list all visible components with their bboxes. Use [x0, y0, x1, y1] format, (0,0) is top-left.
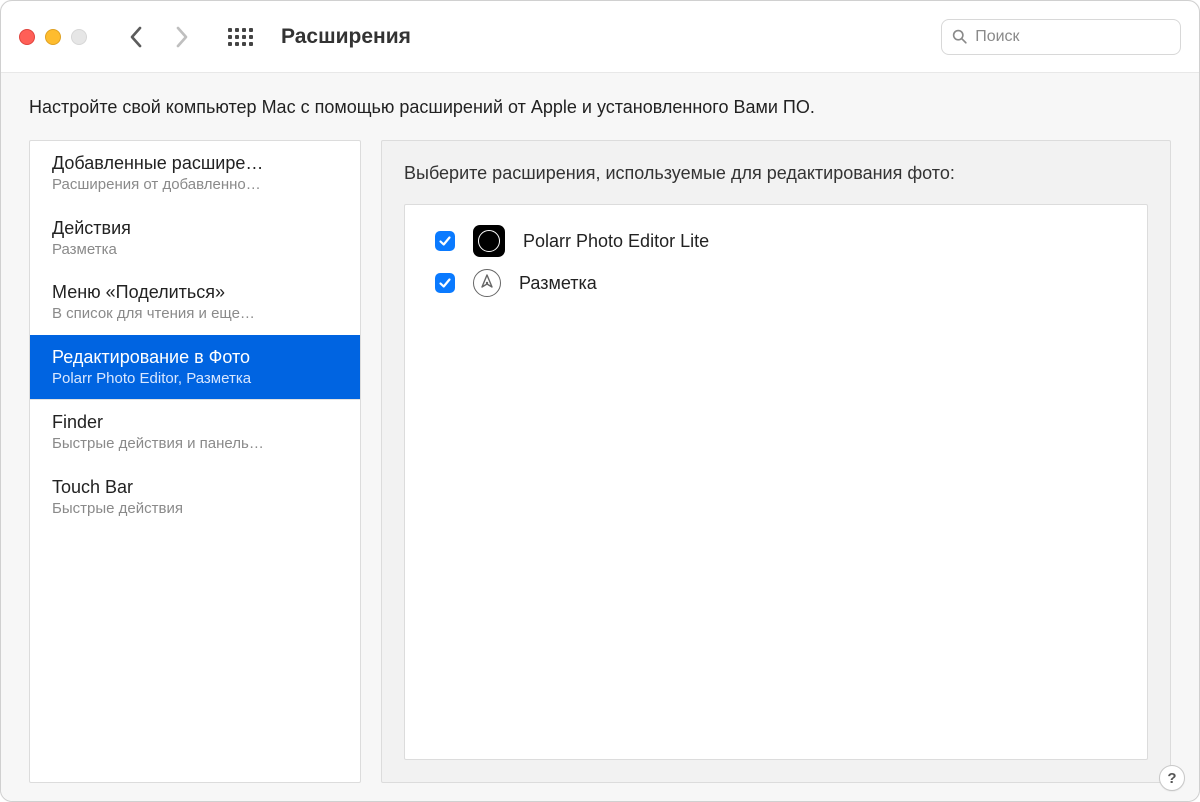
pen-tip-icon: [477, 273, 497, 293]
sidebar-item-share-menu[interactable]: Меню «Поделиться» В список для чтения и …: [30, 270, 360, 335]
show-all-button[interactable]: [225, 22, 255, 52]
help-label: ?: [1167, 770, 1176, 787]
checkmark-icon: [438, 276, 452, 290]
forward-button: [167, 22, 197, 52]
page-description: Настройте свой компьютер Mac с помощью р…: [29, 97, 1171, 118]
sidebar-item-actions[interactable]: Действия Разметка: [30, 206, 360, 271]
extension-row-polarr: Polarr Photo Editor Lite: [427, 219, 1125, 263]
sidebar-item-photo-editing[interactable]: Редактирование в Фото Polarr Photo Edito…: [30, 335, 360, 400]
detail-panel: Выберите расширения, используемые для ре…: [381, 140, 1171, 783]
search-input[interactable]: [975, 28, 1170, 46]
nav-arrows: [121, 22, 197, 52]
sidebar-item-added-extensions[interactable]: Добавленные расшире… Расширения от добав…: [30, 141, 360, 206]
markup-app-icon: [473, 269, 501, 297]
sidebar-item-title: Действия: [52, 216, 342, 240]
sidebar-item-subtitle: Разметка: [52, 240, 342, 260]
extension-row-markup: Разметка: [427, 263, 1125, 303]
extension-checkbox[interactable]: [435, 273, 455, 293]
window-zoom-button: [71, 29, 87, 45]
sidebar-item-title: Finder: [52, 410, 342, 434]
sidebar-item-subtitle: В список для чтения и еще…: [52, 304, 342, 324]
sidebar-item-finder[interactable]: Finder Быстрые действия и панель…: [30, 400, 360, 465]
sidebar-item-title: Меню «Поделиться»: [52, 280, 342, 304]
sidebar-item-subtitle: Polarr Photo Editor, Разметка: [52, 369, 342, 389]
sidebar-item-title: Добавленные расшире…: [52, 151, 342, 175]
sidebar-item-title: Touch Bar: [52, 475, 342, 499]
polarr-app-icon: [473, 225, 505, 257]
sidebar-item-title: Редактирование в Фото: [52, 345, 342, 369]
extension-list: Polarr Photo Editor Lite: [404, 204, 1148, 760]
checkmark-icon: [438, 234, 452, 248]
chevron-left-icon: [129, 26, 143, 48]
search-field[interactable]: [941, 19, 1181, 55]
sidebar-item-subtitle: Быстрые действия: [52, 499, 342, 519]
traffic-lights: [19, 29, 87, 45]
extension-label: Polarr Photo Editor Lite: [523, 231, 709, 252]
extension-label: Разметка: [519, 273, 597, 294]
panel-heading: Выберите расширения, используемые для ре…: [404, 163, 1148, 184]
grid-icon: [228, 28, 253, 46]
back-button[interactable]: [121, 22, 151, 52]
content-area: Настройте свой компьютер Mac с помощью р…: [1, 73, 1199, 801]
help-button[interactable]: ?: [1159, 765, 1185, 791]
chevron-right-icon: [175, 26, 189, 48]
search-icon: [952, 28, 967, 45]
sidebar: Добавленные расшире… Расширения от добав…: [29, 140, 361, 783]
window-minimize-button[interactable]: [45, 29, 61, 45]
titlebar: Расширения: [1, 1, 1199, 73]
extension-checkbox[interactable]: [435, 231, 455, 251]
sidebar-item-subtitle: Расширения от добавленно…: [52, 175, 342, 195]
panels: Добавленные расшире… Расширения от добав…: [29, 140, 1171, 783]
sidebar-item-touch-bar[interactable]: Touch Bar Быстрые действия: [30, 465, 360, 530]
sidebar-item-subtitle: Быстрые действия и панель…: [52, 434, 342, 454]
window-title: Расширения: [281, 25, 411, 49]
preferences-window: Расширения Настройте свой компьютер Mac …: [0, 0, 1200, 802]
window-close-button[interactable]: [19, 29, 35, 45]
